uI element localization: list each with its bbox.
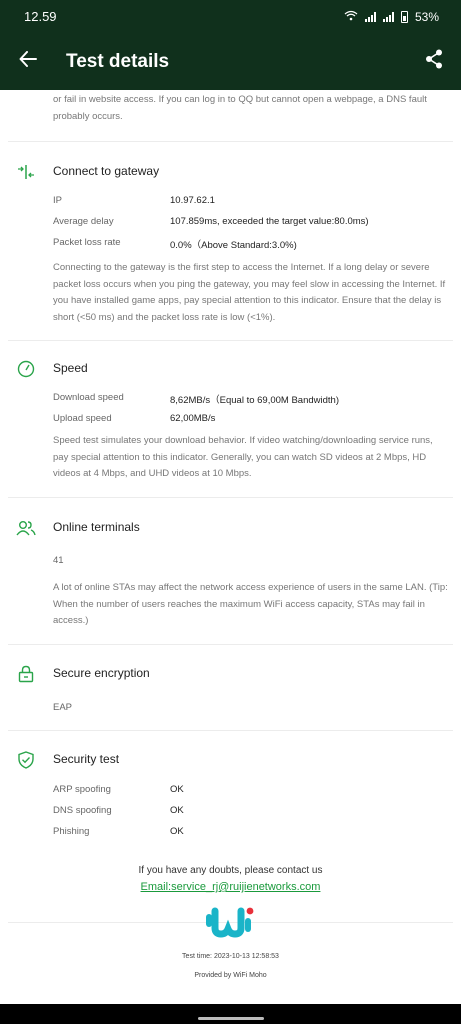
test-time: Test time: 2023-10-13 12:58:53 <box>182 953 279 960</box>
share-button[interactable] <box>407 33 461 90</box>
divider <box>8 497 453 498</box>
battery-percent: 53% <box>414 9 439 24</box>
row-value: 107.859ms, exceeded the target value:80.… <box>170 216 369 227</box>
encryption-header: Secure encryption <box>16 664 150 684</box>
speed-title: Speed <box>53 361 88 375</box>
speedometer-icon <box>16 359 36 379</box>
row-value: 8,62MB/s（Equal to 69,00M Bandwidth) <box>170 395 339 406</box>
gateway-description: Connecting to the gateway is the first s… <box>53 262 446 323</box>
row-value: OK <box>170 784 184 795</box>
system-nav-bar <box>0 1004 461 1024</box>
row-label: ARP spoofing <box>53 784 111 795</box>
terminals-count: 41 <box>53 555 64 566</box>
row-value: 10.97.62.1 <box>170 195 215 206</box>
users-icon <box>16 518 36 538</box>
home-gesture-handle[interactable] <box>198 1017 264 1020</box>
row-label: Phishing <box>53 826 90 837</box>
row-value: 62,00MB/s <box>170 413 216 424</box>
security-row-phishing: Phishing OK <box>53 826 184 837</box>
gateway-title: Connect to gateway <box>53 164 160 178</box>
row-label: Download speed <box>53 392 124 403</box>
signal-icon-2 <box>382 11 394 22</box>
status-time: 12.59 <box>24 9 57 24</box>
encryption-value: EAP <box>53 702 73 713</box>
dns-description: or fail in website access. If you can lo… <box>53 94 427 122</box>
page-title: Test details <box>66 50 170 72</box>
security-header: Security test <box>16 750 119 770</box>
wifi-calling-icon <box>344 10 358 24</box>
share-icon <box>425 49 443 74</box>
wifi-moho-logo <box>203 906 259 940</box>
row-label: Upload speed <box>53 413 112 424</box>
divider <box>8 644 453 645</box>
back-button[interactable] <box>0 33 56 90</box>
speed-row-upload: Upload speed 62,00MB/s <box>53 413 215 424</box>
row-label: IP <box>53 195 62 206</box>
speed-header: Speed <box>16 359 88 379</box>
gateway-icon <box>16 162 36 182</box>
arrow-left-icon <box>19 51 37 72</box>
contact-text: If you have any doubts, please contact u… <box>138 865 323 876</box>
security-title: Security test <box>53 752 120 766</box>
app-bar: Test details <box>0 33 461 90</box>
row-value: 0.0%（Above Standard:3.0%) <box>170 240 297 251</box>
status-bar: 12.59 53% <box>0 0 461 33</box>
shield-check-icon <box>16 750 36 770</box>
terminals-description: A lot of online STAs may affect the netw… <box>53 582 448 627</box>
gateway-row-delay: Average delay 107.859ms, exceeded the ta… <box>53 216 369 227</box>
signal-icon-1 <box>364 11 376 22</box>
gateway-header: Connect to gateway <box>16 162 159 182</box>
row-label: DNS spoofing <box>53 805 112 816</box>
security-row-dns: DNS spoofing OK <box>53 805 184 816</box>
encryption-title: Secure encryption <box>53 666 150 680</box>
speed-row-download: Download speed 8,62MB/s（Equal to 69,00M … <box>53 392 339 406</box>
terminals-header: Online terminals <box>16 518 140 538</box>
terminals-title: Online terminals <box>53 520 140 534</box>
provided-by: Provided by WiFi Moho <box>194 972 267 979</box>
lock-icon <box>16 664 36 684</box>
divider <box>8 340 453 341</box>
row-value: OK <box>170 826 184 837</box>
gateway-row-ip: IP 10.97.62.1 <box>53 195 215 206</box>
row-label: Packet loss rate <box>53 237 121 248</box>
email-link[interactable]: Email:service_rj@ruijienetworks.com <box>141 881 321 893</box>
divider <box>8 141 453 142</box>
battery-icon <box>400 10 408 23</box>
divider <box>8 730 453 731</box>
status-icons: 53% <box>344 10 439 24</box>
speed-description: Speed test simulates your download behav… <box>53 435 433 480</box>
email-link-wrap: Email:service_rj@ruijienetworks.com <box>0 881 461 893</box>
gateway-row-loss: Packet loss rate 0.0%（Above Standard:3.0… <box>53 237 297 251</box>
row-value: OK <box>170 805 184 816</box>
security-row-arp: ARP spoofing OK <box>53 784 184 795</box>
row-label: Average delay <box>53 216 114 227</box>
